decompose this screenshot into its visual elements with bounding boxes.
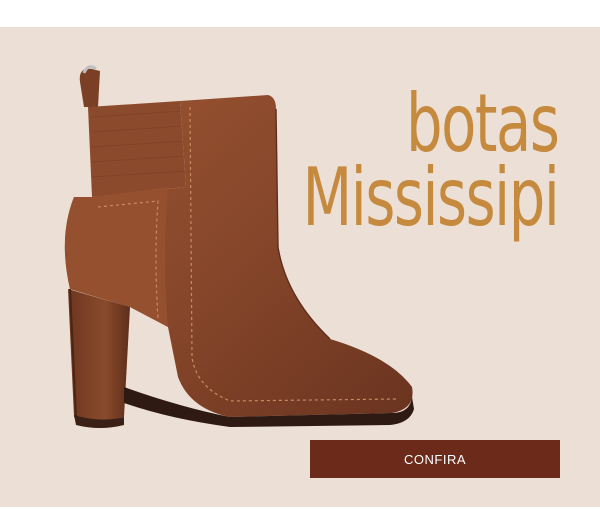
title-line-mississipi: Mississipi [302,150,559,244]
promo-banner[interactable]: botas Mississipi CONFIRA [0,27,600,507]
confira-button[interactable]: CONFIRA [310,440,560,478]
product-title: botas Mississipi [302,77,560,244]
title-line-botas: botas [405,77,560,170]
